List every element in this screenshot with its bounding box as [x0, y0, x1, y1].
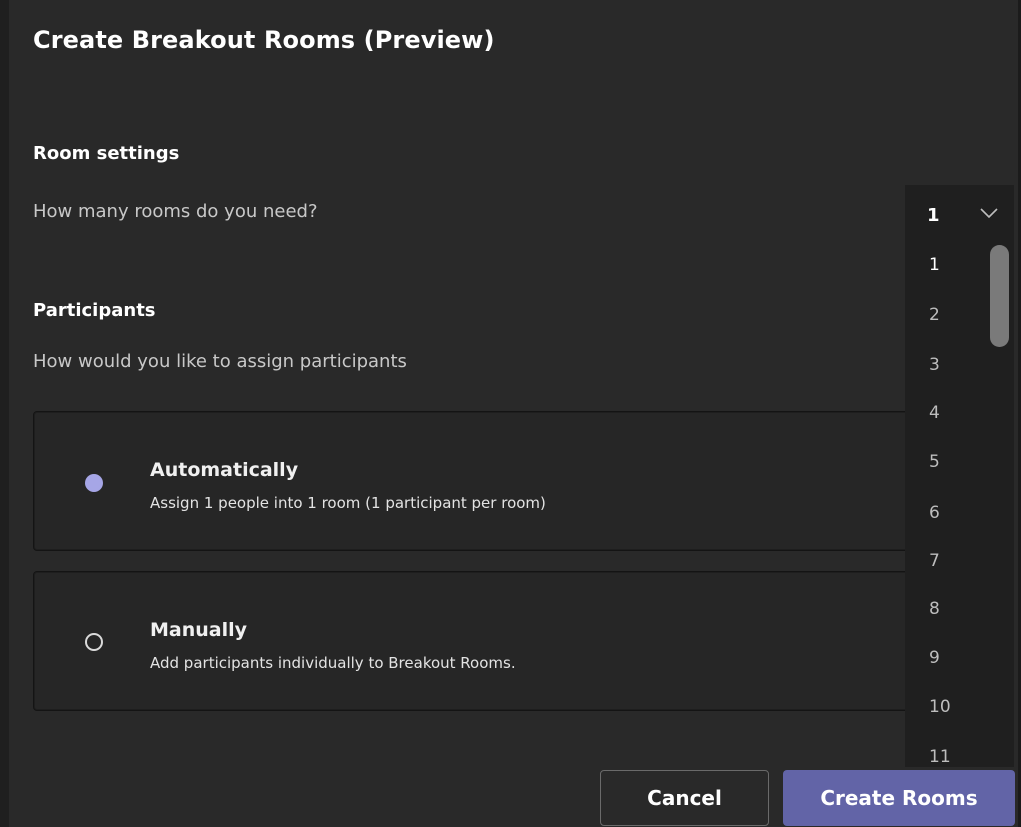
cancel-button[interactable]: Cancel — [600, 770, 769, 826]
dropdown-option[interactable]: 10 — [929, 697, 951, 717]
room-settings-heading: Room settings — [33, 143, 180, 164]
dropdown-option[interactable]: 2 — [929, 305, 940, 325]
option-description: Assign 1 people into 1 room (1 participa… — [150, 494, 546, 512]
chevron-down-icon[interactable] — [980, 207, 998, 219]
dropdown-option[interactable]: 7 — [929, 551, 940, 571]
dropdown-option[interactable]: 1 — [929, 255, 940, 275]
dropdown-option[interactable]: 4 — [929, 403, 940, 423]
radio-unselected-icon[interactable] — [85, 633, 103, 651]
dialog-left-edge — [0, 0, 9, 827]
dropdown-option[interactable]: 8 — [929, 599, 940, 619]
breakout-rooms-dialog: Create Breakout Rooms (Preview) Room set… — [0, 0, 1021, 827]
option-manually[interactable]: Manually Add participants individually t… — [33, 571, 915, 711]
dropdown-option[interactable]: 3 — [929, 355, 940, 375]
option-automatically[interactable]: Automatically Assign 1 people into 1 roo… — [33, 411, 915, 551]
rooms-count-prompt: How many rooms do you need? — [33, 201, 318, 222]
option-description: Add participants individually to Breakou… — [150, 654, 516, 672]
create-rooms-button[interactable]: Create Rooms — [783, 770, 1015, 826]
option-title: Manually — [150, 619, 248, 641]
assign-participants-prompt: How would you like to assign participant… — [33, 351, 407, 372]
dropdown-option[interactable]: 5 — [929, 452, 940, 472]
dropdown-scrollbar-thumb[interactable] — [990, 245, 1009, 347]
rooms-count-dropdown[interactable]: 1 1 2 3 4 5 6 7 8 9 10 11 — [905, 185, 1014, 767]
dropdown-option[interactable]: 11 — [929, 747, 951, 767]
dropdown-option[interactable]: 6 — [929, 503, 940, 523]
participants-heading: Participants — [33, 300, 156, 321]
radio-selected-icon[interactable] — [85, 474, 103, 492]
option-title: Automatically — [150, 459, 299, 481]
dropdown-option[interactable]: 9 — [929, 648, 940, 668]
dropdown-selected-value[interactable]: 1 — [927, 205, 940, 226]
dialog-title: Create Breakout Rooms (Preview) — [33, 26, 495, 54]
